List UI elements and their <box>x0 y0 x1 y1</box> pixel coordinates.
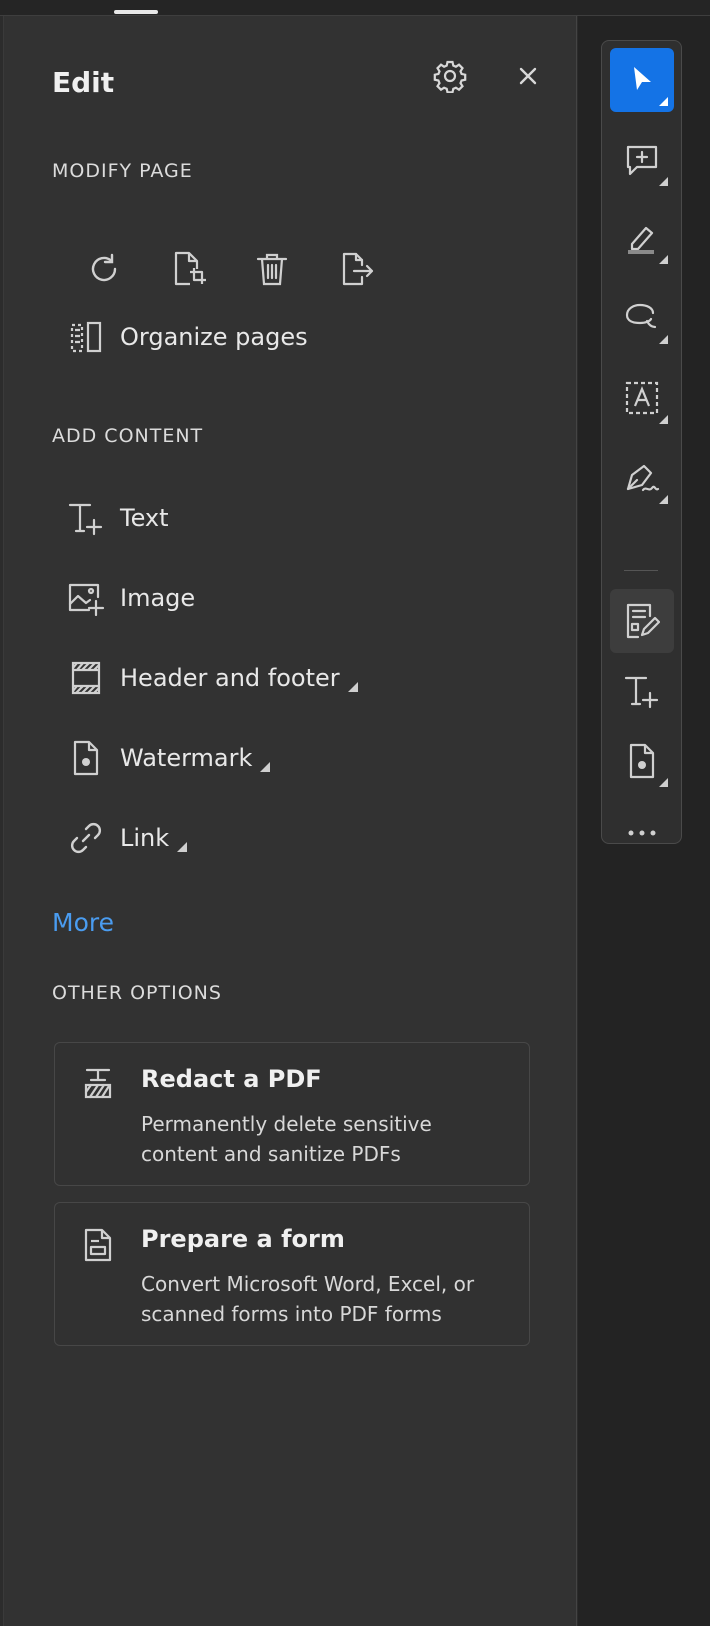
organize-pages-button[interactable]: Organize pages <box>66 309 308 365</box>
redact-description: Permanently delete sensitive content and… <box>141 1112 432 1166</box>
redact-title: Redact a PDF <box>141 1065 322 1093</box>
prepare-form-title: Prepare a form <box>141 1225 345 1253</box>
add-text-icon <box>66 498 106 538</box>
add-text-button[interactable]: Text <box>66 490 169 546</box>
watermark-label: Watermark <box>120 744 253 772</box>
header-footer-button[interactable]: Header and footer <box>66 650 358 706</box>
close-icon[interactable] <box>504 52 552 100</box>
submenu-indicator <box>177 842 188 852</box>
edit-pdf-icon[interactable] <box>610 589 674 653</box>
other-options-heading: OTHER OPTIONS <box>52 982 222 1004</box>
add-comment-icon[interactable] <box>610 128 674 192</box>
header-footer-label: Header and footer <box>120 664 340 692</box>
extract-icon[interactable] <box>314 234 398 304</box>
modify-page-heading: MODIFY PAGE <box>52 160 193 182</box>
add-image-button[interactable]: Image <box>66 570 195 626</box>
add-image-label: Image <box>120 584 196 612</box>
select-cursor-icon[interactable] <box>610 48 674 112</box>
active-tab-indicator <box>114 10 158 14</box>
submenu-indicator <box>347 682 358 692</box>
watermark-icon[interactable] <box>610 729 674 793</box>
highlight-icon[interactable] <box>610 206 674 270</box>
sign-icon[interactable] <box>610 446 674 510</box>
top-bar <box>0 0 710 16</box>
modify-page-tools <box>62 234 398 304</box>
prepare-form-description: Convert Microsoft Word, Excel, or scanne… <box>141 1272 475 1326</box>
watermark-icon <box>66 738 106 778</box>
redact-icon <box>81 1067 115 1101</box>
toolbar-separator <box>624 570 658 571</box>
link-button[interactable]: Link <box>66 810 188 866</box>
header-footer-icon <box>66 658 106 698</box>
quick-tools-toolbar <box>601 40 682 844</box>
organize-pages-icon <box>66 317 106 357</box>
panel-title: Edit <box>52 66 115 99</box>
crop-page-icon[interactable] <box>146 234 230 304</box>
link-label: Link <box>120 824 170 852</box>
watermark-button[interactable]: Watermark <box>66 730 271 786</box>
link-icon <box>66 818 106 858</box>
prepare-form-card[interactable]: Prepare a form Convert Microsoft Word, E… <box>54 1202 530 1346</box>
organize-pages-label: Organize pages <box>120 323 308 351</box>
gear-icon[interactable] <box>426 52 474 100</box>
more-link[interactable]: More <box>52 908 114 937</box>
delete-icon[interactable] <box>230 234 314 304</box>
more-icon[interactable] <box>610 801 674 865</box>
add-text-icon[interactable] <box>610 659 674 723</box>
submenu-indicator <box>260 762 271 772</box>
add-content-heading: ADD CONTENT <box>52 425 204 447</box>
redact-pdf-card[interactable]: Redact a PDF Permanently delete sensitiv… <box>54 1042 530 1186</box>
form-icon <box>81 1227 115 1262</box>
add-text-label: Text <box>120 504 169 532</box>
rotate-icon[interactable] <box>62 234 146 304</box>
text-recognition-icon[interactable] <box>610 366 674 430</box>
add-image-icon <box>66 578 106 618</box>
draw-lasso-icon[interactable] <box>610 286 674 350</box>
edit-panel: Edit MODIFY PAGE Organize pages ADD CONT… <box>3 16 577 1626</box>
